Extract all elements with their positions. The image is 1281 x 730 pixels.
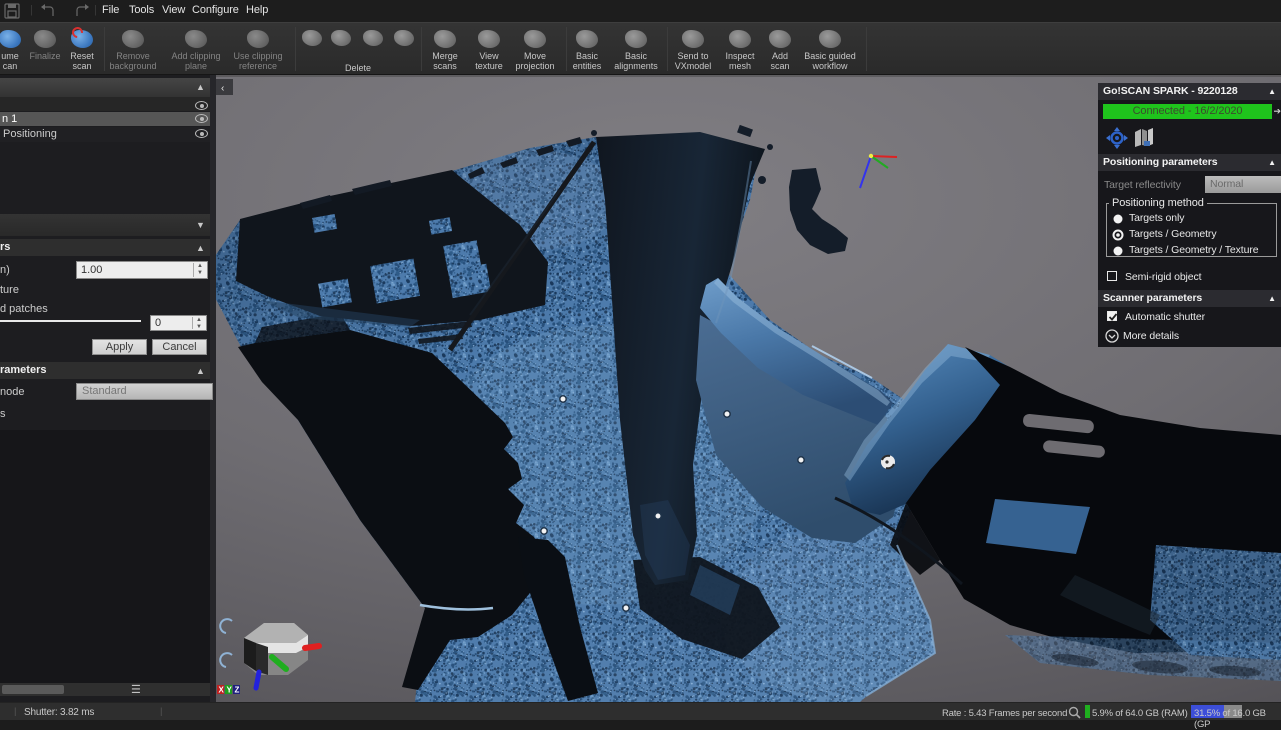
svg-text:Z: Z	[235, 686, 240, 695]
svg-text:‹: ‹	[221, 83, 224, 94]
svg-text:X: X	[219, 686, 225, 695]
svg-text:Y: Y	[227, 686, 233, 695]
